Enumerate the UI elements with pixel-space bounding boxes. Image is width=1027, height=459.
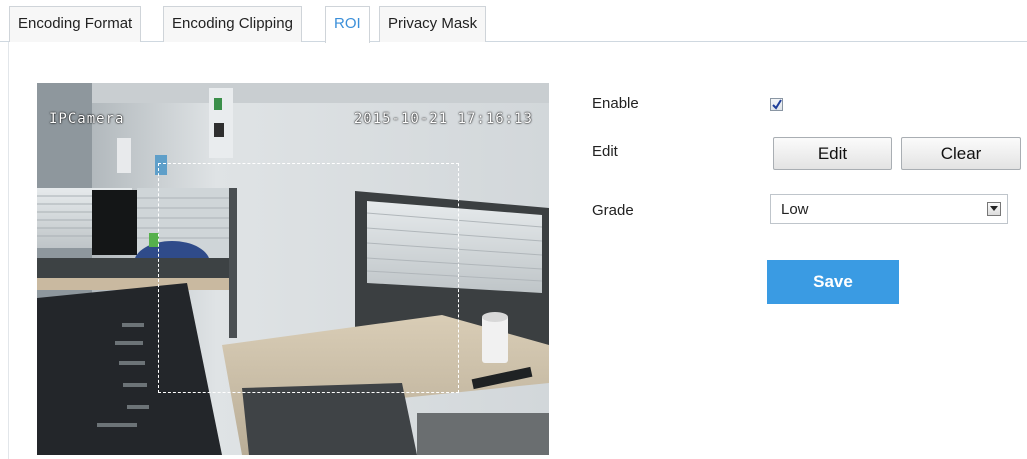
osd-timestamp: 2015-10-21 17:16:13 [353, 111, 533, 127]
tab-encoding-clipping[interactable]: Encoding Clipping [163, 6, 302, 42]
enable-checkbox[interactable] [770, 98, 783, 111]
tab-privacy-mask[interactable]: Privacy Mask [379, 6, 487, 42]
dropdown-arrow-icon[interactable] [987, 202, 1001, 216]
grade-label: Grade [592, 202, 634, 219]
tab-encoding-format[interactable]: Encoding Format [9, 6, 142, 42]
tab-roi[interactable]: ROI [325, 6, 370, 43]
edit-label: Edit [592, 143, 618, 160]
save-button[interactable]: Save [767, 260, 899, 304]
grade-select[interactable]: Low [770, 194, 1008, 224]
checkmark-icon [772, 99, 782, 110]
roi-region-box[interactable] [158, 163, 459, 393]
content-border [8, 42, 9, 459]
enable-label: Enable [592, 95, 639, 112]
grade-select-value: Low [781, 201, 809, 218]
osd-camera-name: IPCamera [49, 111, 125, 127]
tab-bar: Encoding Format Encoding Clipping ROI Pr… [0, 0, 1027, 43]
edit-button[interactable]: Edit [773, 137, 892, 170]
video-preview[interactable]: IPCamera 2015-10-21 17:16:13 [37, 83, 549, 455]
clear-button[interactable]: Clear [901, 137, 1021, 170]
